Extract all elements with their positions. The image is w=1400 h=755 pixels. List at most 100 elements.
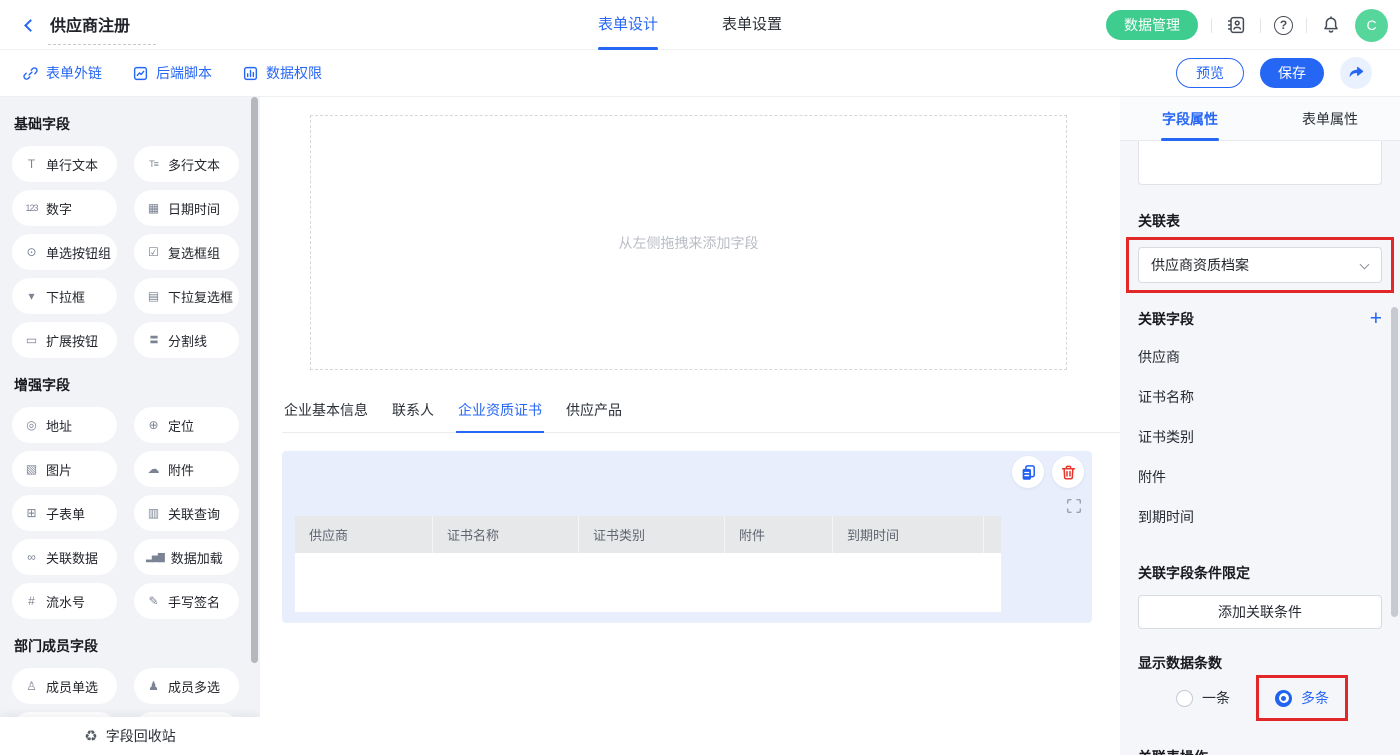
field-label: 附件: [168, 460, 194, 479]
field-link-data[interactable]: ∞关联数据: [12, 539, 117, 575]
header-actions: 数据管理 ? C: [1106, 0, 1388, 50]
field-data-load[interactable]: ▂▅▇数据加载: [134, 539, 239, 575]
field-member-single[interactable]: ♙成员单选: [12, 668, 117, 704]
back-button[interactable]: [22, 17, 38, 33]
field-multi-text[interactable]: T≡多行文本: [134, 146, 239, 182]
publish-share-button[interactable]: [1340, 57, 1372, 89]
field-location[interactable]: ⊕定位: [134, 407, 239, 443]
recycle-icon: ♻: [84, 727, 97, 745]
drop-zone[interactable]: 从左侧拖拽来添加字段: [310, 115, 1067, 370]
field-member-multi[interactable]: ♟成员多选: [134, 668, 239, 704]
field-multi-select[interactable]: ▤ 下拉复选框: [134, 278, 239, 314]
tab-company-basic-info[interactable]: 企业基本信息: [282, 400, 370, 432]
related-field-item[interactable]: 证书类别: [1138, 427, 1382, 447]
display-count-radio-group: 一条 多条: [1138, 675, 1382, 721]
add-condition-button[interactable]: 添加关联条件: [1138, 595, 1382, 629]
help-icon[interactable]: ?: [1274, 16, 1293, 35]
crosshair-icon: ⊕: [146, 419, 161, 431]
tab-contact-person[interactable]: 联系人: [390, 400, 436, 432]
field-extend-button[interactable]: ▭扩展按钮: [12, 322, 117, 358]
radio-option-single[interactable]: 一条: [1176, 688, 1230, 708]
related-table-select[interactable]: 供应商资质档案: [1138, 247, 1382, 283]
cloud-upload-icon: ☁: [146, 463, 161, 475]
field-checkbox-group[interactable]: ☑复选框组: [134, 234, 239, 270]
field-datetime[interactable]: ▦日期时间: [134, 190, 239, 226]
radio-unselected-icon: [1176, 690, 1193, 707]
tab-company-qualification[interactable]: 企业资质证书: [456, 400, 544, 433]
data-permission-link[interactable]: 数据权限: [242, 63, 322, 83]
property-panel: 字段属性 表单属性 关联表 供应商资质档案 关联字段 + 供应商 证书名称 证书…: [1120, 97, 1400, 755]
tab-field-properties[interactable]: 字段属性: [1120, 97, 1260, 140]
tab-form-design[interactable]: 表单设计: [598, 0, 658, 50]
linked-data-table-widget[interactable]: 供应商 证书名称 证书类别 附件 到期时间: [282, 451, 1092, 623]
radio-option-multiple[interactable]: 多条: [1275, 688, 1329, 708]
expand-icon[interactable]: [1065, 497, 1083, 515]
truncated-input-box[interactable]: [1138, 141, 1382, 185]
field-subform[interactable]: ⊞子表单: [12, 495, 117, 531]
display-count-label: 显示数据条数: [1138, 653, 1382, 673]
field-label: 地址: [46, 416, 72, 435]
canvas-tab-bar: 企业基本信息 联系人 企业资质证书 供应产品: [282, 400, 1120, 433]
panel-scrollbar[interactable]: [1391, 307, 1398, 617]
delete-widget-button[interactable]: [1052, 456, 1084, 488]
radio-label: 一条: [1202, 688, 1230, 708]
field-serial-number[interactable]: #流水号: [12, 583, 117, 619]
field-link-query[interactable]: ▥关联查询: [134, 495, 239, 531]
add-field-plus-icon[interactable]: +: [1370, 311, 1382, 327]
column-header-attachment: 附件: [724, 516, 832, 553]
top-header: 供应商注册 表单设计 表单设置 数据管理 ?: [0, 0, 1400, 50]
field-divider[interactable]: 〓分割线: [134, 322, 239, 358]
tab-form-properties[interactable]: 表单属性: [1260, 97, 1400, 140]
form-external-link[interactable]: 表单外链: [22, 63, 102, 83]
copy-widget-button[interactable]: [1012, 456, 1044, 488]
tool-link-label: 后端脚本: [156, 63, 212, 83]
related-fields-header: 关联字段 +: [1138, 309, 1382, 329]
field-label: 成员单选: [46, 677, 98, 696]
field-label: 流水号: [46, 592, 85, 611]
dropdown-multi-icon: ▤: [146, 290, 161, 302]
save-button[interactable]: 保存: [1260, 58, 1324, 88]
button-icon: ▭: [24, 334, 39, 346]
panel-scroll-body: 关联表 供应商资质档案 关联字段 + 供应商 证书名称 证书类别 附件 到期时间…: [1120, 141, 1400, 755]
script-icon: [132, 65, 149, 82]
user-avatar[interactable]: C: [1355, 9, 1388, 42]
related-field-item[interactable]: 到期时间: [1138, 507, 1382, 527]
field-attachment[interactable]: ☁ 附件: [134, 451, 239, 487]
recycle-bin-label: 字段回收站: [106, 726, 176, 746]
bar-chart-icon: ▂▅▇: [146, 553, 164, 562]
preview-button[interactable]: 预览: [1176, 58, 1244, 88]
people-icon: ♟: [146, 680, 161, 692]
separator: [1260, 18, 1261, 33]
backend-script-link[interactable]: 后端脚本: [132, 63, 212, 83]
related-field-item[interactable]: 证书名称: [1138, 387, 1382, 407]
column-header-expire-time: 到期时间: [832, 516, 983, 553]
permission-icon: [242, 65, 259, 82]
back-chevron-icon: [24, 19, 37, 32]
field-select[interactable]: ▾下拉框: [12, 278, 117, 314]
radio-icon: ⊙: [24, 246, 39, 258]
field-address[interactable]: ◎地址: [12, 407, 117, 443]
field-label: 下拉复选框: [168, 287, 233, 306]
field-single-text[interactable]: T单行文本: [12, 146, 117, 182]
separator: [1211, 18, 1212, 33]
table-header-row: 供应商 证书名称 证书类别 附件 到期时间: [295, 516, 1001, 553]
related-field-item[interactable]: 附件: [1138, 467, 1382, 487]
tab-supply-products[interactable]: 供应产品: [564, 400, 624, 432]
sidebar-scrollbar[interactable]: [251, 97, 258, 663]
field-number[interactable]: 123数字: [12, 190, 117, 226]
contacts-icon[interactable]: [1225, 14, 1247, 36]
number-icon: 123: [24, 204, 39, 213]
form-title[interactable]: 供应商注册: [48, 12, 156, 45]
related-table-value: 供应商资质档案: [1151, 255, 1249, 275]
field-image[interactable]: ▧图片: [12, 451, 117, 487]
share-arrow-icon: [1347, 64, 1365, 82]
notification-bell-icon[interactable]: [1320, 14, 1342, 36]
table-empty-body: [295, 553, 1001, 612]
field-label: 图片: [46, 460, 72, 479]
field-recycle-bin[interactable]: ♻ 字段回收站: [0, 717, 260, 755]
field-signature[interactable]: ✎手写签名: [134, 583, 239, 619]
data-manage-button[interactable]: 数据管理: [1106, 10, 1198, 40]
tab-form-settings[interactable]: 表单设置: [722, 0, 782, 50]
related-field-item[interactable]: 供应商: [1138, 347, 1382, 367]
field-radio-group[interactable]: ⊙单选按钮组: [12, 234, 117, 270]
